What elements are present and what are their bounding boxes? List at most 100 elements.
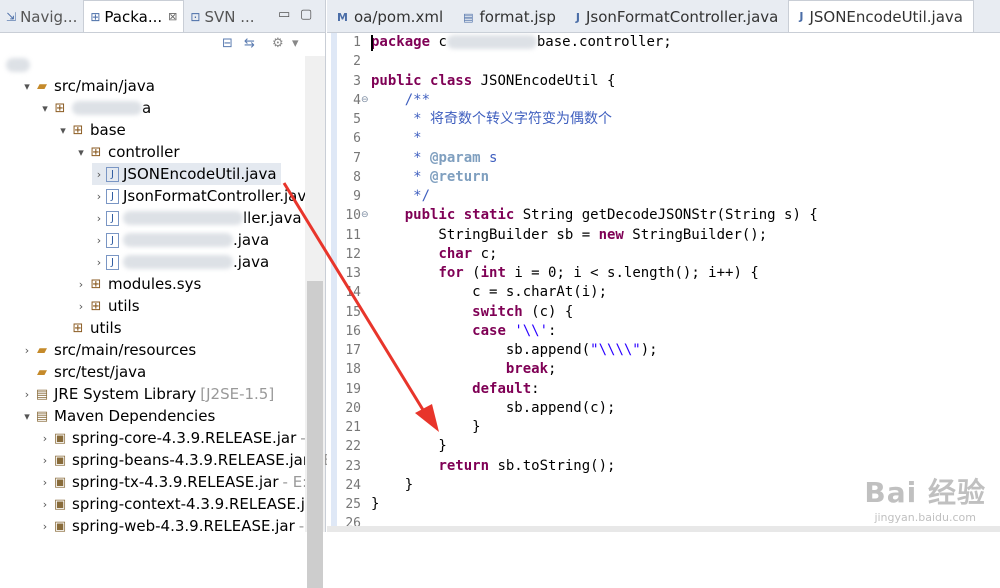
line-number: 17 [345, 343, 361, 358]
expand-arrow-icon[interactable]: ▾ [74, 146, 88, 159]
editor-tab-0[interactable]: Moa/pom.xml [327, 2, 453, 32]
scrollbar-thumb[interactable] [307, 281, 323, 588]
tree-file-blurred-3[interactable]: › J .java [92, 251, 269, 273]
line-number: 13 [345, 266, 361, 281]
expand-arrow-icon[interactable]: › [20, 344, 34, 357]
close-icon[interactable]: ⊠ [168, 10, 177, 23]
fold-toggle-icon[interactable]: ⊖ [361, 210, 369, 220]
left-tab-1[interactable]: ⊞ Packa... ⊠ [83, 0, 185, 32]
svn-icon: ⊡ [190, 10, 201, 24]
expand-arrow-icon[interactable]: › [92, 168, 106, 181]
tree-jre-library[interactable]: › ▤ JRE System Library [J2SE-1.5] [20, 383, 274, 405]
folder-icon: ▰ [37, 78, 47, 94]
line-number: 20 [345, 400, 361, 416]
code-line: /** [371, 91, 430, 110]
expand-arrow-icon[interactable]: ▾ [56, 124, 70, 137]
tree-package-blurred[interactable]: ▾ ⊞ a [38, 97, 151, 119]
tree-jar-spring-web[interactable]: ›▣spring-web-4.3.9.RELEASE.jar- E [38, 515, 319, 537]
tree-file-jsonencodeutil[interactable]: › J JSONEncodeUtil.java [92, 163, 281, 185]
tree-label: Maven Dependencies [54, 407, 216, 425]
collapse-all-icon[interactable]: ⊟ [222, 36, 233, 51]
expand-arrow-icon[interactable]: › [92, 256, 106, 269]
view-options-icon[interactable]: ⚙ [272, 36, 284, 51]
editor-horizontal-scrollbar[interactable] [327, 526, 1000, 532]
tree-label: spring-tx-4.3.9.RELEASE.jar [72, 473, 279, 491]
code-token: default [472, 380, 532, 397]
maximize-icon[interactable]: ▢ [300, 7, 312, 22]
code-line: break; [371, 360, 557, 379]
tree-file-jsonformatcontroller[interactable]: › J JsonFormatController.java [92, 185, 316, 207]
expand-arrow-icon[interactable]: › [38, 454, 52, 467]
code-token: JSONEncodeUtil { [472, 72, 616, 89]
tree-package-utils-2[interactable]: ⊞ utils [56, 317, 122, 339]
code-token: ); [640, 342, 658, 358]
left-tab-0[interactable]: ⇲ Navig... [0, 2, 83, 32]
expand-arrow-icon[interactable]: ▾ [38, 102, 52, 115]
expand-arrow-icon[interactable]: › [92, 212, 106, 225]
minimize-icon[interactable]: ▭ [278, 7, 290, 22]
java-file-icon: J [106, 188, 119, 204]
expand-arrow-icon[interactable]: › [38, 498, 52, 511]
expand-arrow-icon[interactable]: › [20, 388, 34, 401]
editor-tabbar: Moa/pom.xml ▤ format.jsp J JsonFormatControl… [327, 0, 1000, 33]
expand-arrow-icon[interactable]: › [38, 520, 52, 533]
code-token: "\\\\" [590, 342, 641, 358]
java-file-icon: J [799, 10, 804, 23]
editor-tab-2[interactable]: J JsonFormatController.java [566, 2, 788, 32]
code-text-area[interactable]: package c base.controller; public class JS… [371, 33, 1000, 532]
tree-maven-deps[interactable]: ▾ ▤ Maven Dependencies [20, 405, 215, 427]
fold-toggle-icon[interactable]: ⊖ [361, 95, 369, 105]
expand-arrow-icon[interactable]: › [92, 190, 106, 203]
expand-arrow-icon[interactable]: ▾ [20, 80, 34, 93]
tree-file-blurred-2[interactable]: › J .java [92, 229, 269, 251]
tree-package-controller[interactable]: ▾ ⊞ controller [74, 141, 179, 163]
tree-file-blurred-1[interactable]: › Jller.java [92, 207, 302, 229]
left-view-tabbar: ⇲ Navig... ⊞ Packa... ⊠ ⊡ SVN ... [0, 0, 325, 33]
jar-icon: ▣ [53, 452, 67, 468]
navigator-icon: ⇲ [6, 10, 17, 24]
expand-arrow-icon[interactable]: › [92, 234, 106, 247]
editor-tab-3[interactable]: J JSONEncodeUtil.java [788, 0, 974, 32]
view-toolbar: ⊟ ⇆ ⚙ ▾ [0, 34, 325, 56]
tree-src-main-java[interactable]: ▾ ▰ src/main/java [20, 75, 155, 97]
tree-vertical-scrollbar[interactable] [305, 56, 325, 588]
code-line: case '\\': [371, 322, 556, 341]
tree-label: spring-beans-4.3.9.RELEASE.jar [72, 451, 310, 469]
tree-jar-spring-beans[interactable]: ›▣spring-beans-4.3.9.RELEASE.jar- E [38, 449, 333, 471]
expand-arrow-icon[interactable]: › [38, 476, 52, 489]
view-menu-icon[interactable]: ▾ [292, 36, 299, 51]
left-tab-2[interactable]: ⊡ SVN ... [184, 2, 260, 32]
tree-jar-spring-tx[interactable]: › ▣ spring-tx-4.3.9.RELEASE.jar - E:\r [38, 471, 319, 493]
expand-arrow-icon[interactable]: › [38, 432, 52, 445]
code-token: StringBuilder sb = [371, 226, 599, 243]
link-with-editor-icon[interactable]: ⇆ [244, 36, 255, 51]
code-line: sb.append(c); [371, 399, 616, 418]
tree-package-utils[interactable]: › ⊞ utils [74, 295, 140, 317]
editor-tab-1[interactable]: ▤ format.jsp [453, 2, 566, 32]
expand-arrow-icon[interactable]: › [74, 278, 88, 291]
tree-label: utils [108, 297, 140, 315]
code-token: break [505, 361, 549, 378]
tree-src-main-resources[interactable]: › ▰ src/main/resources [20, 339, 196, 361]
tree-label: JRE System Library [54, 385, 197, 403]
tree-jar-spring-context[interactable]: › ▣ spring-context-4.3.9.RELEASE.jar [38, 493, 321, 515]
line-number: 22 [345, 439, 361, 455]
watermark-url: jingyan.baidu.com [874, 511, 976, 524]
editor-tab-label: JsonFormatController.java [585, 8, 779, 26]
tree-package-base[interactable]: ▾ ⊞ base [56, 119, 126, 141]
tree-label: spring-core-4.3.9.RELEASE.jar [72, 429, 297, 447]
code-token: @param [430, 149, 481, 166]
jar-icon: ▣ [53, 430, 67, 446]
tree-jar-spring-core[interactable]: ›▣spring-core-4.3.9.RELEASE.jar- E [38, 427, 320, 449]
expand-arrow-icon[interactable]: › [74, 300, 88, 313]
tree-package-modules-sys[interactable]: › ⊞ modules.sys [74, 273, 202, 295]
tree-src-test-java[interactable]: ▰ src/test/java [20, 361, 146, 383]
line-number: 16 [345, 323, 361, 339]
tree-label: JsonFormatController.java [123, 187, 316, 205]
line-number: 24 [345, 477, 361, 493]
code-line: for (int i = 0; i < s.length(); i++) { [371, 264, 758, 283]
expand-arrow-icon[interactable]: ▾ [20, 410, 34, 423]
left-tab-label: Navig... [20, 8, 78, 26]
tree-label: src/main/resources [54, 341, 197, 359]
